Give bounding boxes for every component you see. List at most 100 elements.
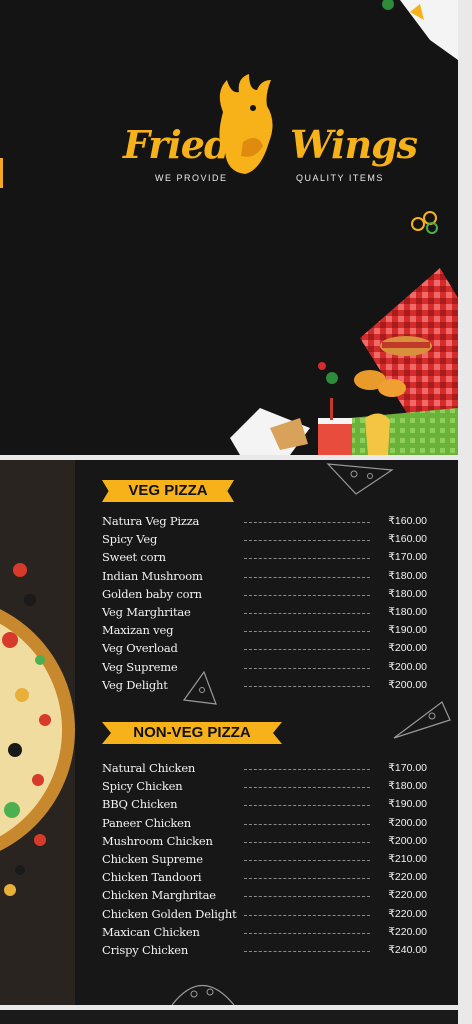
item-name: Veg Delight xyxy=(102,677,168,692)
item-price: ₹170.00 xyxy=(388,762,427,774)
non-veg-pizza-list: Natural Chicken ₹170.00 Spicy Chicken ₹180… xyxy=(102,761,432,961)
item-name: Veg Supreme xyxy=(102,659,178,674)
item-name: Paneer Chicken xyxy=(102,815,191,830)
list-item: Chicken Marghritae ₹220.00 xyxy=(102,888,432,906)
leader-dots xyxy=(244,522,370,523)
section-title-non-veg-pizza: NON-VEG PIZZA xyxy=(102,722,282,744)
leader-dots xyxy=(244,841,370,843)
next-page-strip xyxy=(0,1010,458,1024)
leader-dots xyxy=(244,950,370,952)
list-item: Golden baby corn ₹180.00 xyxy=(102,587,432,605)
leader-dots xyxy=(244,787,370,789)
item-price: ₹200.00 xyxy=(388,678,427,691)
item-price: ₹200.00 xyxy=(388,660,427,673)
item-price: ₹180.00 xyxy=(388,587,427,600)
item-price: ₹170.00 xyxy=(388,551,427,564)
item-name: Natura Veg Pizza xyxy=(102,514,200,528)
item-price: ₹200.00 xyxy=(388,816,427,829)
section-title-veg-pizza: VEG PIZZA xyxy=(102,480,234,502)
list-item: Chicken Golden Delight ₹220.00 xyxy=(102,907,432,925)
leader-dots xyxy=(244,805,370,807)
paper-corner-decoration xyxy=(382,0,458,60)
item-price: ₹220.00 xyxy=(388,889,427,902)
brand-word-wings: Wings xyxy=(290,122,418,167)
item-price: ₹220.00 xyxy=(388,925,427,938)
item-name: Mushroom Chicken xyxy=(102,833,213,848)
item-price: ₹180.00 xyxy=(388,605,427,618)
leader-dots xyxy=(244,649,370,651)
tagline-right: QUALITY ITEMS xyxy=(296,173,384,183)
item-name: Indian Mushroom xyxy=(102,568,203,583)
item-name: BBQ Chicken xyxy=(102,797,178,812)
leader-dots xyxy=(244,594,370,596)
leader-dots xyxy=(244,612,370,614)
list-item: Mushroom Chicken ₹200.00 xyxy=(102,834,432,852)
item-price: ₹220.00 xyxy=(388,871,427,884)
pizza-slice-doodle-icon xyxy=(393,701,451,739)
list-item: Maxican Chicken ₹220.00 xyxy=(102,925,432,943)
item-price: ₹160.00 xyxy=(388,533,427,546)
brand-word-fried: Fried xyxy=(123,122,231,167)
item-price: ₹180.00 xyxy=(388,569,427,582)
leader-dots xyxy=(244,667,370,669)
item-price: ₹200.00 xyxy=(388,642,427,655)
item-name: Maxican Chicken xyxy=(102,924,200,939)
item-price: ₹210.00 xyxy=(388,852,427,865)
list-item: Crispy Chicken ₹240.00 xyxy=(102,943,432,961)
list-item: Chicken Tandoori ₹220.00 xyxy=(102,870,432,888)
food-collage-decoration xyxy=(230,268,458,455)
list-item: Indian Mushroom ₹180.00 xyxy=(102,569,432,587)
item-price: ₹190.00 xyxy=(388,798,427,811)
leader-dots xyxy=(244,859,370,861)
list-item: Paneer Chicken ₹200.00 xyxy=(102,816,432,834)
leader-dots xyxy=(244,631,370,633)
list-item: Chicken Supreme ₹210.00 xyxy=(102,852,432,870)
list-item: Veg Delight ₹200.00 xyxy=(102,678,432,696)
menu-panel: VEG PIZZA Natura Veg Pizza ₹160.00 Spicy … xyxy=(0,460,458,1005)
tagline-left: WE PROVIDE xyxy=(155,173,228,183)
list-item: Veg Marghritae ₹180.00 xyxy=(102,605,432,623)
list-item: Veg Overload ₹200.00 xyxy=(102,641,432,659)
leader-dots xyxy=(244,576,370,578)
item-name: Maxizan veg xyxy=(102,623,174,638)
leader-dots xyxy=(244,823,370,825)
list-item: Natura Veg Pizza ₹160.00 xyxy=(102,514,432,532)
leader-dots xyxy=(244,558,370,560)
item-price: ₹200.00 xyxy=(388,834,427,847)
leader-dots xyxy=(244,540,370,542)
item-price: ₹240.00 xyxy=(388,943,427,956)
item-name: Chicken Marghritae xyxy=(102,888,216,903)
list-item: Spicy Veg ₹160.00 xyxy=(102,532,432,550)
leader-dots xyxy=(244,914,370,916)
item-price: ₹190.00 xyxy=(388,624,427,637)
pizza-doodle-icon xyxy=(326,463,394,495)
leader-dots xyxy=(244,685,370,687)
logo-panel: Fried Wings WE PROVIDE QUALITY ITEMS xyxy=(0,0,458,455)
leader-dots xyxy=(244,769,370,770)
list-item: Maxizan veg ₹190.00 xyxy=(102,623,432,641)
edge-marker xyxy=(0,158,3,188)
item-name: Sweet corn xyxy=(102,550,166,565)
herb-icon xyxy=(411,211,438,234)
item-name: Golden baby corn xyxy=(102,586,202,601)
item-name: Spicy Chicken xyxy=(102,779,183,794)
pizza-doodle-icon xyxy=(171,984,235,1005)
item-name: Crispy Chicken xyxy=(102,942,189,957)
pizza-photo xyxy=(0,460,75,1005)
leader-dots xyxy=(244,896,370,898)
item-name: Natural Chicken xyxy=(102,761,196,775)
list-item: Veg Supreme ₹200.00 xyxy=(102,660,432,678)
item-name: Chicken Tandoori xyxy=(102,870,202,885)
item-name: Veg Overload xyxy=(102,641,178,656)
list-item: BBQ Chicken ₹190.00 xyxy=(102,797,432,815)
item-price: ₹180.00 xyxy=(388,780,427,793)
list-item: Sweet corn ₹170.00 xyxy=(102,550,432,568)
list-item: Natural Chicken ₹170.00 xyxy=(102,761,432,779)
leader-dots xyxy=(244,932,370,934)
item-name: Spicy Veg xyxy=(102,532,158,547)
veg-pizza-list: Natura Veg Pizza ₹160.00 Spicy Veg ₹160.00… xyxy=(102,514,432,696)
item-name: Chicken Supreme xyxy=(102,851,203,866)
item-name: Veg Marghritae xyxy=(102,604,191,619)
leader-dots xyxy=(244,878,370,880)
item-price: ₹220.00 xyxy=(388,907,427,920)
